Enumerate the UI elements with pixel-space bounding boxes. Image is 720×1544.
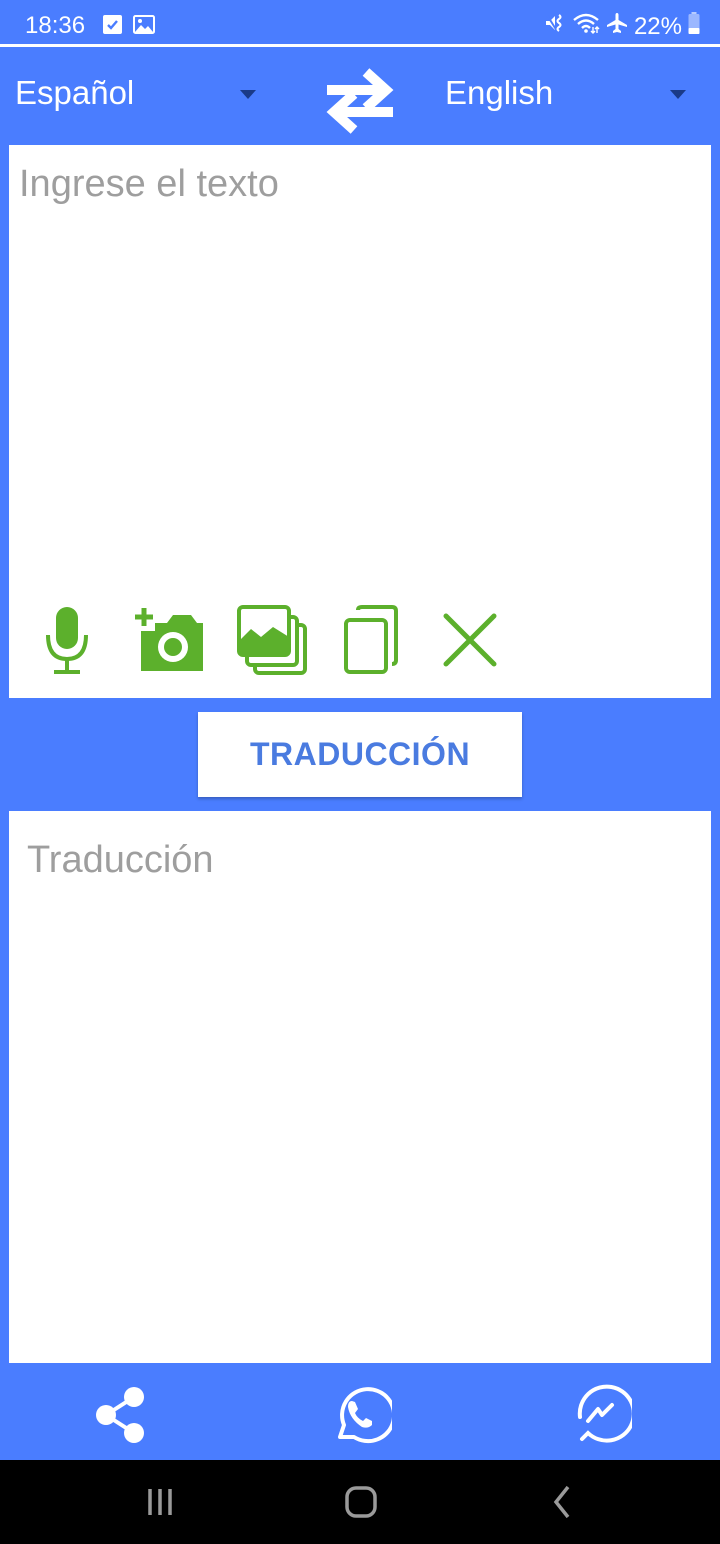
image-input-button[interactable] xyxy=(233,600,313,680)
status-divider xyxy=(0,44,720,47)
share-icon xyxy=(96,1387,144,1443)
microphone-icon xyxy=(46,607,88,674)
swap-languages-button[interactable] xyxy=(326,64,394,136)
messenger-icon xyxy=(577,1384,632,1443)
language-bar: Español English xyxy=(0,56,720,136)
camera-input-button[interactable] xyxy=(129,600,209,680)
recent-apps-icon xyxy=(148,1489,172,1515)
system-navigation-bar xyxy=(0,1460,720,1544)
voice-input-button[interactable] xyxy=(27,600,107,680)
target-language-caret-icon[interactable] xyxy=(670,90,686,99)
image-gallery-icon xyxy=(237,605,307,675)
wifi-icon xyxy=(572,12,600,41)
home-button[interactable] xyxy=(339,1482,383,1522)
status-bar: 18:36 22% xyxy=(0,0,720,44)
back-icon xyxy=(553,1485,570,1519)
airplane-mode-icon xyxy=(606,12,628,41)
translation-output-placeholder: Traducción xyxy=(27,839,214,881)
recent-apps-button[interactable] xyxy=(138,1482,182,1522)
whatsapp-share-button[interactable] xyxy=(328,1383,392,1447)
whatsapp-icon xyxy=(338,1387,392,1444)
copy-button[interactable] xyxy=(331,600,411,680)
swap-arrows-icon xyxy=(326,68,394,134)
translation-output-panel: Traducción xyxy=(9,811,711,1363)
back-button[interactable] xyxy=(540,1482,584,1522)
source-language-label[interactable]: Español xyxy=(15,74,134,112)
source-language-caret-icon[interactable] xyxy=(240,90,256,99)
clear-button[interactable] xyxy=(430,600,510,680)
add-camera-icon xyxy=(135,608,203,671)
image-notification-icon xyxy=(133,15,155,39)
source-text-input[interactable] xyxy=(19,163,699,583)
share-bar xyxy=(0,1363,720,1460)
checkbox-notification-icon xyxy=(103,15,122,39)
status-icons: 22% xyxy=(544,12,700,41)
copy-icon xyxy=(344,605,398,674)
vibrate-mute-icon xyxy=(544,12,566,41)
share-button[interactable] xyxy=(88,1383,152,1447)
messenger-share-button[interactable] xyxy=(568,1383,632,1447)
home-icon xyxy=(345,1486,377,1518)
input-toolbar xyxy=(9,600,711,680)
close-icon xyxy=(443,613,497,667)
source-text-panel xyxy=(9,145,711,698)
status-time: 18:36 xyxy=(25,12,86,39)
battery-level: 22% xyxy=(633,12,682,40)
target-language-label[interactable]: English xyxy=(445,74,553,112)
battery-icon xyxy=(688,12,700,41)
translate-button[interactable]: TRADUCCIÓN xyxy=(198,712,522,797)
